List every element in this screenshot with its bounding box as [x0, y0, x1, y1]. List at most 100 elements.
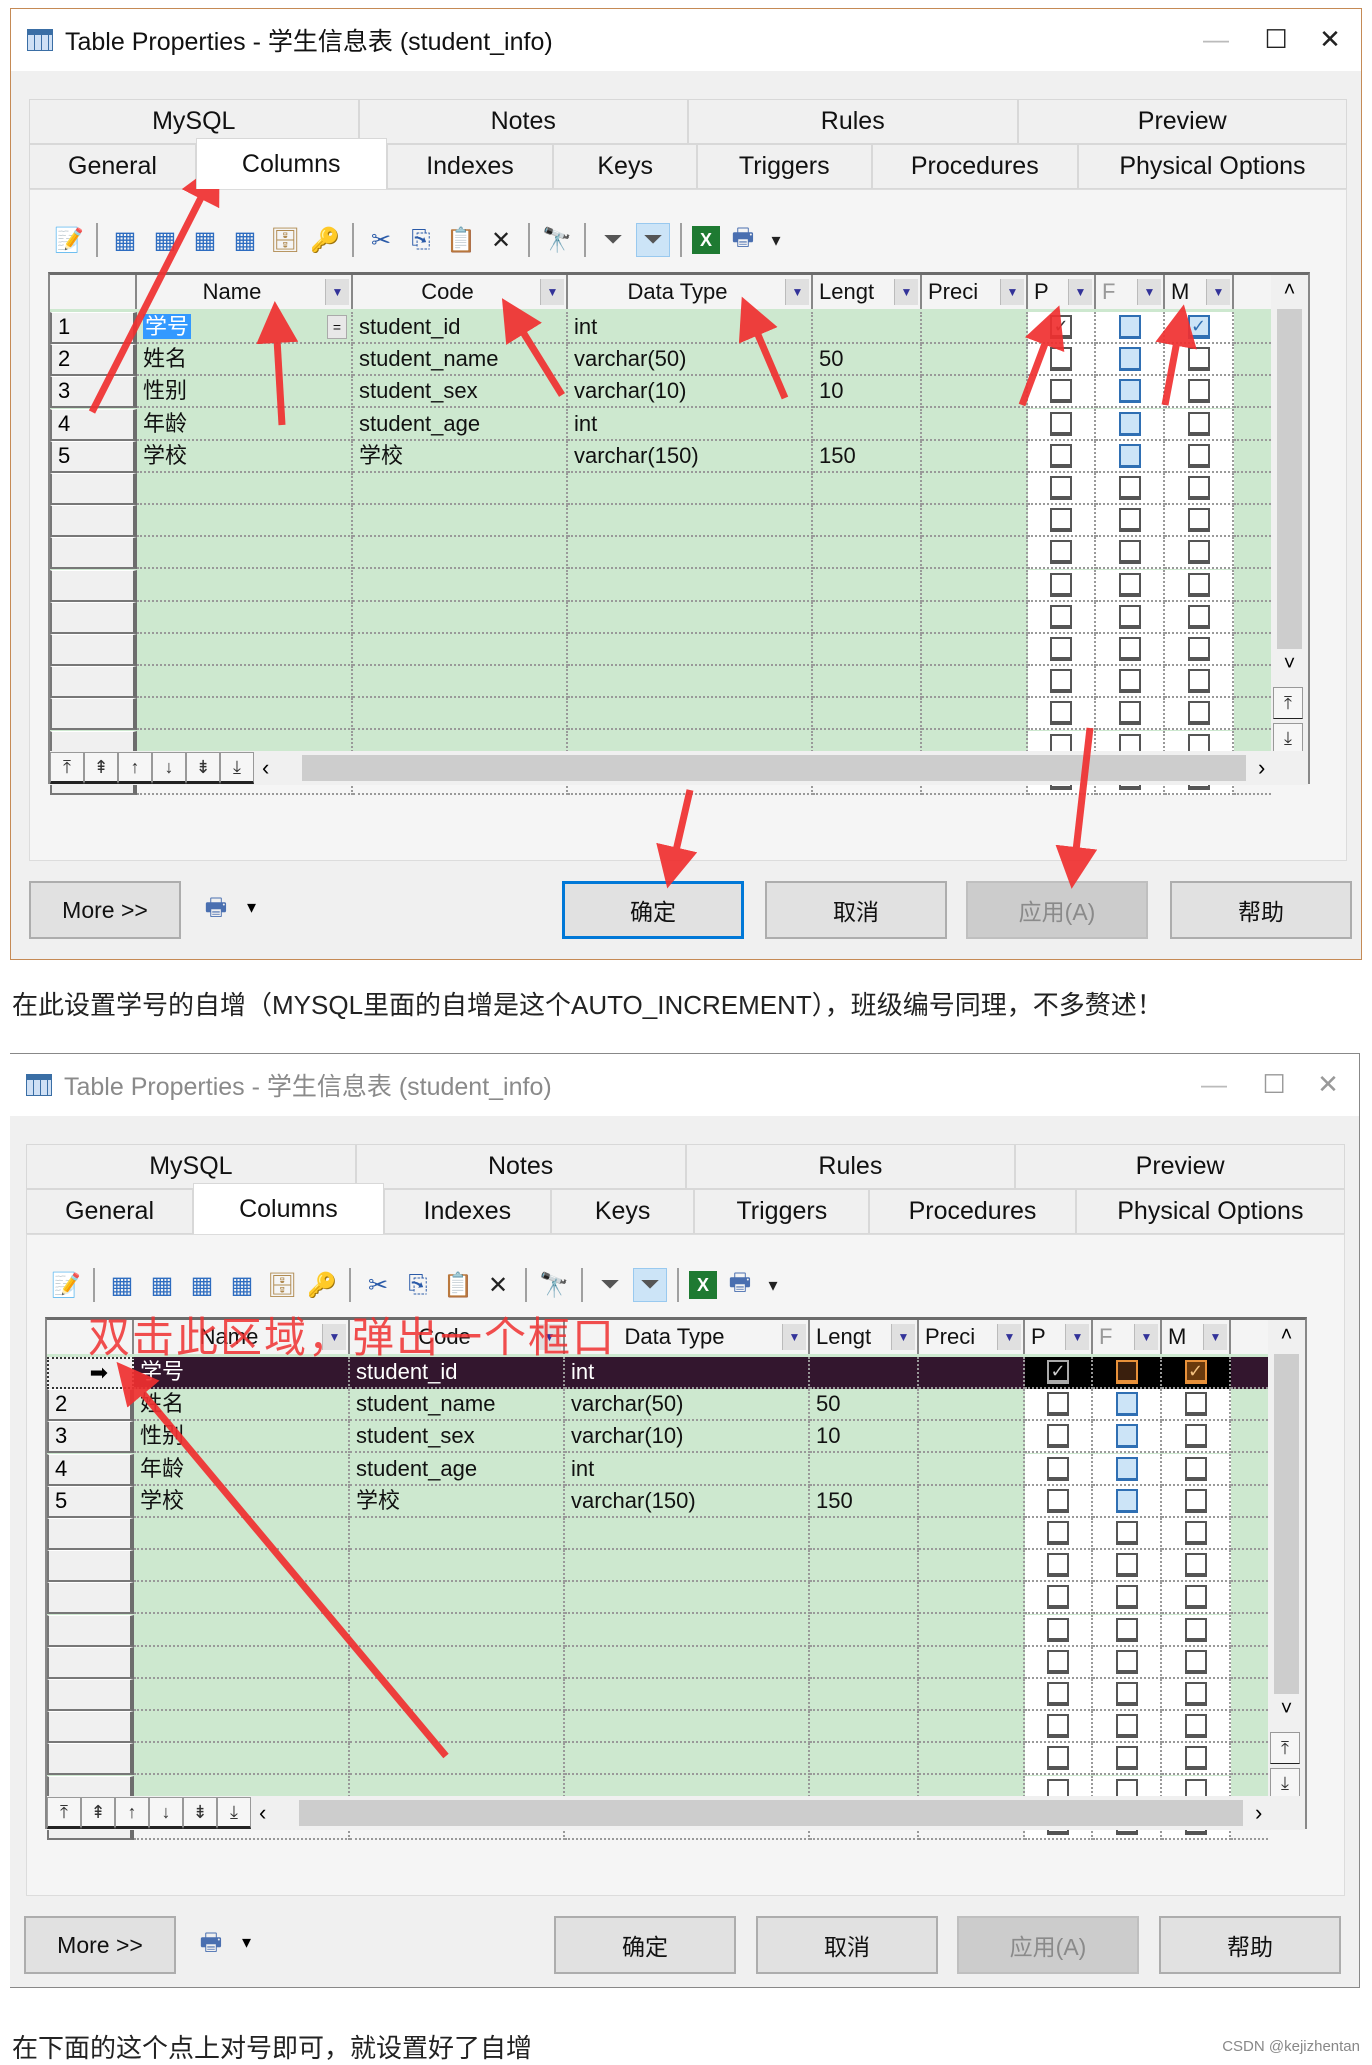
table-row[interactable]: 2 姓名 student_name varchar(50) 50 — [50, 344, 1271, 377]
cell-precision[interactable] — [919, 1646, 1025, 1679]
scroll-down-icon[interactable]: ˅ — [1268, 1698, 1305, 1721]
cell-length[interactable]: 10 — [813, 376, 922, 409]
print-options-icon[interactable]: 🖶 — [199, 893, 233, 927]
minimize-button[interactable]: — — [1191, 19, 1241, 59]
f-checkbox[interactable] — [1115, 1488, 1138, 1513]
cell-type[interactable] — [568, 505, 813, 538]
p-checkbox[interactable] — [1050, 540, 1072, 565]
f-checkbox[interactable] — [1118, 508, 1141, 533]
previous-row-icon[interactable]: ↑ — [118, 752, 152, 784]
m-checkbox[interactable]: ✓ — [1187, 315, 1210, 339]
p-checkbox[interactable] — [1050, 476, 1072, 500]
column-filter-dropdown-icon[interactable]: ▼ — [1000, 279, 1024, 305]
m-checkbox[interactable] — [1184, 1746, 1207, 1771]
p-checkbox[interactable] — [1050, 604, 1072, 629]
table-row[interactable]: 5 学校 学校 varchar(150) 150 — [50, 440, 1271, 473]
vertical-scrollbar[interactable]: ˄ ˅ ⤒ ⤓ — [1271, 275, 1308, 782]
delete-icon[interactable]: ✕ — [481, 1268, 515, 1302]
column-filter-dropdown-icon[interactable]: ▼ — [540, 279, 564, 305]
cut-icon[interactable]: ✂ — [361, 1268, 395, 1302]
cell-type[interactable] — [568, 698, 813, 731]
column-filter-dropdown-icon[interactable]: ▼ — [891, 1324, 915, 1350]
row-selector[interactable] — [50, 666, 137, 699]
cell-type[interactable] — [565, 1679, 810, 1711]
filter-edit-icon[interactable]: ⏷ — [596, 223, 630, 257]
p-checkbox[interactable]: ✓ — [1047, 1360, 1069, 1384]
row-selector[interactable] — [50, 569, 137, 602]
m-checkbox[interactable] — [1184, 1424, 1207, 1449]
scroll-top-icon[interactable]: ⤒ — [1273, 687, 1303, 719]
properties-icon[interactable]: 📝 — [52, 223, 86, 257]
p-checkbox[interactable] — [1050, 443, 1072, 468]
f-checkbox[interactable] — [1118, 701, 1141, 726]
properties-icon[interactable]: 📝 — [49, 1268, 83, 1302]
cell-precision[interactable] — [919, 1421, 1025, 1454]
cell-code[interactable] — [350, 1743, 565, 1776]
reuse-columns-icon[interactable]: ▦ — [225, 1268, 259, 1302]
cell-type[interactable] — [565, 1550, 810, 1583]
toolbar-dropdown-icon[interactable]: ▾ — [766, 223, 786, 257]
cell-code[interactable] — [353, 666, 568, 699]
cell-name[interactable] — [134, 1646, 350, 1679]
table-row[interactable] — [47, 1582, 1268, 1615]
f-checkbox[interactable] — [1115, 1360, 1138, 1384]
row-selector[interactable] — [50, 473, 137, 505]
cell-code[interactable]: student_sex — [350, 1421, 565, 1454]
cell-name[interactable] — [137, 634, 353, 666]
cell-code[interactable] — [353, 569, 568, 602]
cell-type[interactable] — [568, 473, 813, 505]
cell-code[interactable]: student_age — [350, 1453, 565, 1486]
cell-precision[interactable] — [919, 1357, 1025, 1389]
cell-code[interactable] — [350, 1582, 565, 1615]
cell-length[interactable] — [810, 1679, 919, 1711]
dropdown-icon[interactable]: ▾ — [242, 1932, 251, 1953]
scroll-left-icon[interactable]: ‹ — [259, 1800, 266, 1826]
row-selector[interactable]: 3 — [50, 376, 137, 409]
cell-precision[interactable] — [922, 537, 1028, 570]
p-checkbox[interactable] — [1047, 1585, 1069, 1610]
row-selector[interactable] — [47, 1550, 134, 1583]
cell-precision[interactable] — [919, 1485, 1025, 1518]
column-filter-dropdown-icon[interactable]: ▼ — [782, 1324, 806, 1350]
cell-type[interactable]: varchar(150) — [565, 1485, 810, 1518]
p-checkbox[interactable] — [1050, 701, 1072, 726]
cell-name[interactable] — [134, 1582, 350, 1615]
paste-icon[interactable]: 📋 — [444, 223, 478, 257]
column-header-lengt[interactable]: Lengt ▼ — [813, 275, 922, 309]
insert-row-icon[interactable]: ▦ — [105, 1268, 139, 1302]
cell-code[interactable] — [353, 473, 568, 505]
cell-precision[interactable] — [922, 505, 1028, 538]
f-checkbox[interactable] — [1118, 669, 1141, 694]
p-checkbox[interactable] — [1047, 1456, 1069, 1481]
cell-code[interactable]: student_name — [353, 344, 568, 377]
f-checkbox[interactable] — [1115, 1649, 1138, 1674]
cell-name[interactable] — [134, 1743, 350, 1776]
scroll-right-icon[interactable]: › — [1258, 755, 1265, 781]
apply-button[interactable]: 应用(A) — [957, 1916, 1139, 1974]
cell-name[interactable] — [134, 1550, 350, 1583]
cell-length[interactable] — [813, 569, 922, 602]
row-selector[interactable] — [50, 698, 137, 731]
toolbar-dropdown-icon[interactable]: ▾ — [763, 1268, 783, 1302]
row-selector[interactable] — [47, 1743, 134, 1776]
cell-name[interactable] — [137, 601, 353, 634]
print-icon[interactable]: 🖶 — [723, 1268, 757, 1302]
tab-indexes[interactable]: Indexes — [386, 144, 554, 189]
cell-length[interactable] — [810, 1453, 919, 1486]
column-filter-dropdown-icon[interactable]: ▼ — [1203, 1324, 1227, 1350]
cell-code[interactable]: student_sex — [353, 376, 568, 409]
tab-physical-options[interactable]: Physical Options — [1077, 144, 1347, 189]
f-checkbox[interactable] — [1115, 1682, 1138, 1706]
tab-keys[interactable]: Keys — [550, 1189, 695, 1234]
row-selector[interactable]: 2 — [47, 1389, 134, 1422]
row-selector[interactable]: 3 — [47, 1421, 134, 1454]
cell-name[interactable] — [134, 1679, 350, 1711]
p-checkbox[interactable] — [1047, 1714, 1069, 1739]
row-selector[interactable]: 1 — [50, 312, 137, 344]
scroll-right-icon[interactable]: › — [1255, 1800, 1262, 1826]
minimize-button[interactable]: — — [1189, 1064, 1239, 1104]
m-checkbox[interactable] — [1184, 1682, 1207, 1706]
table-row[interactable]: 5 学校 学校 varchar(150) 150 — [47, 1485, 1268, 1518]
table-row[interactable] — [47, 1518, 1268, 1550]
cell-type[interactable] — [565, 1518, 810, 1550]
